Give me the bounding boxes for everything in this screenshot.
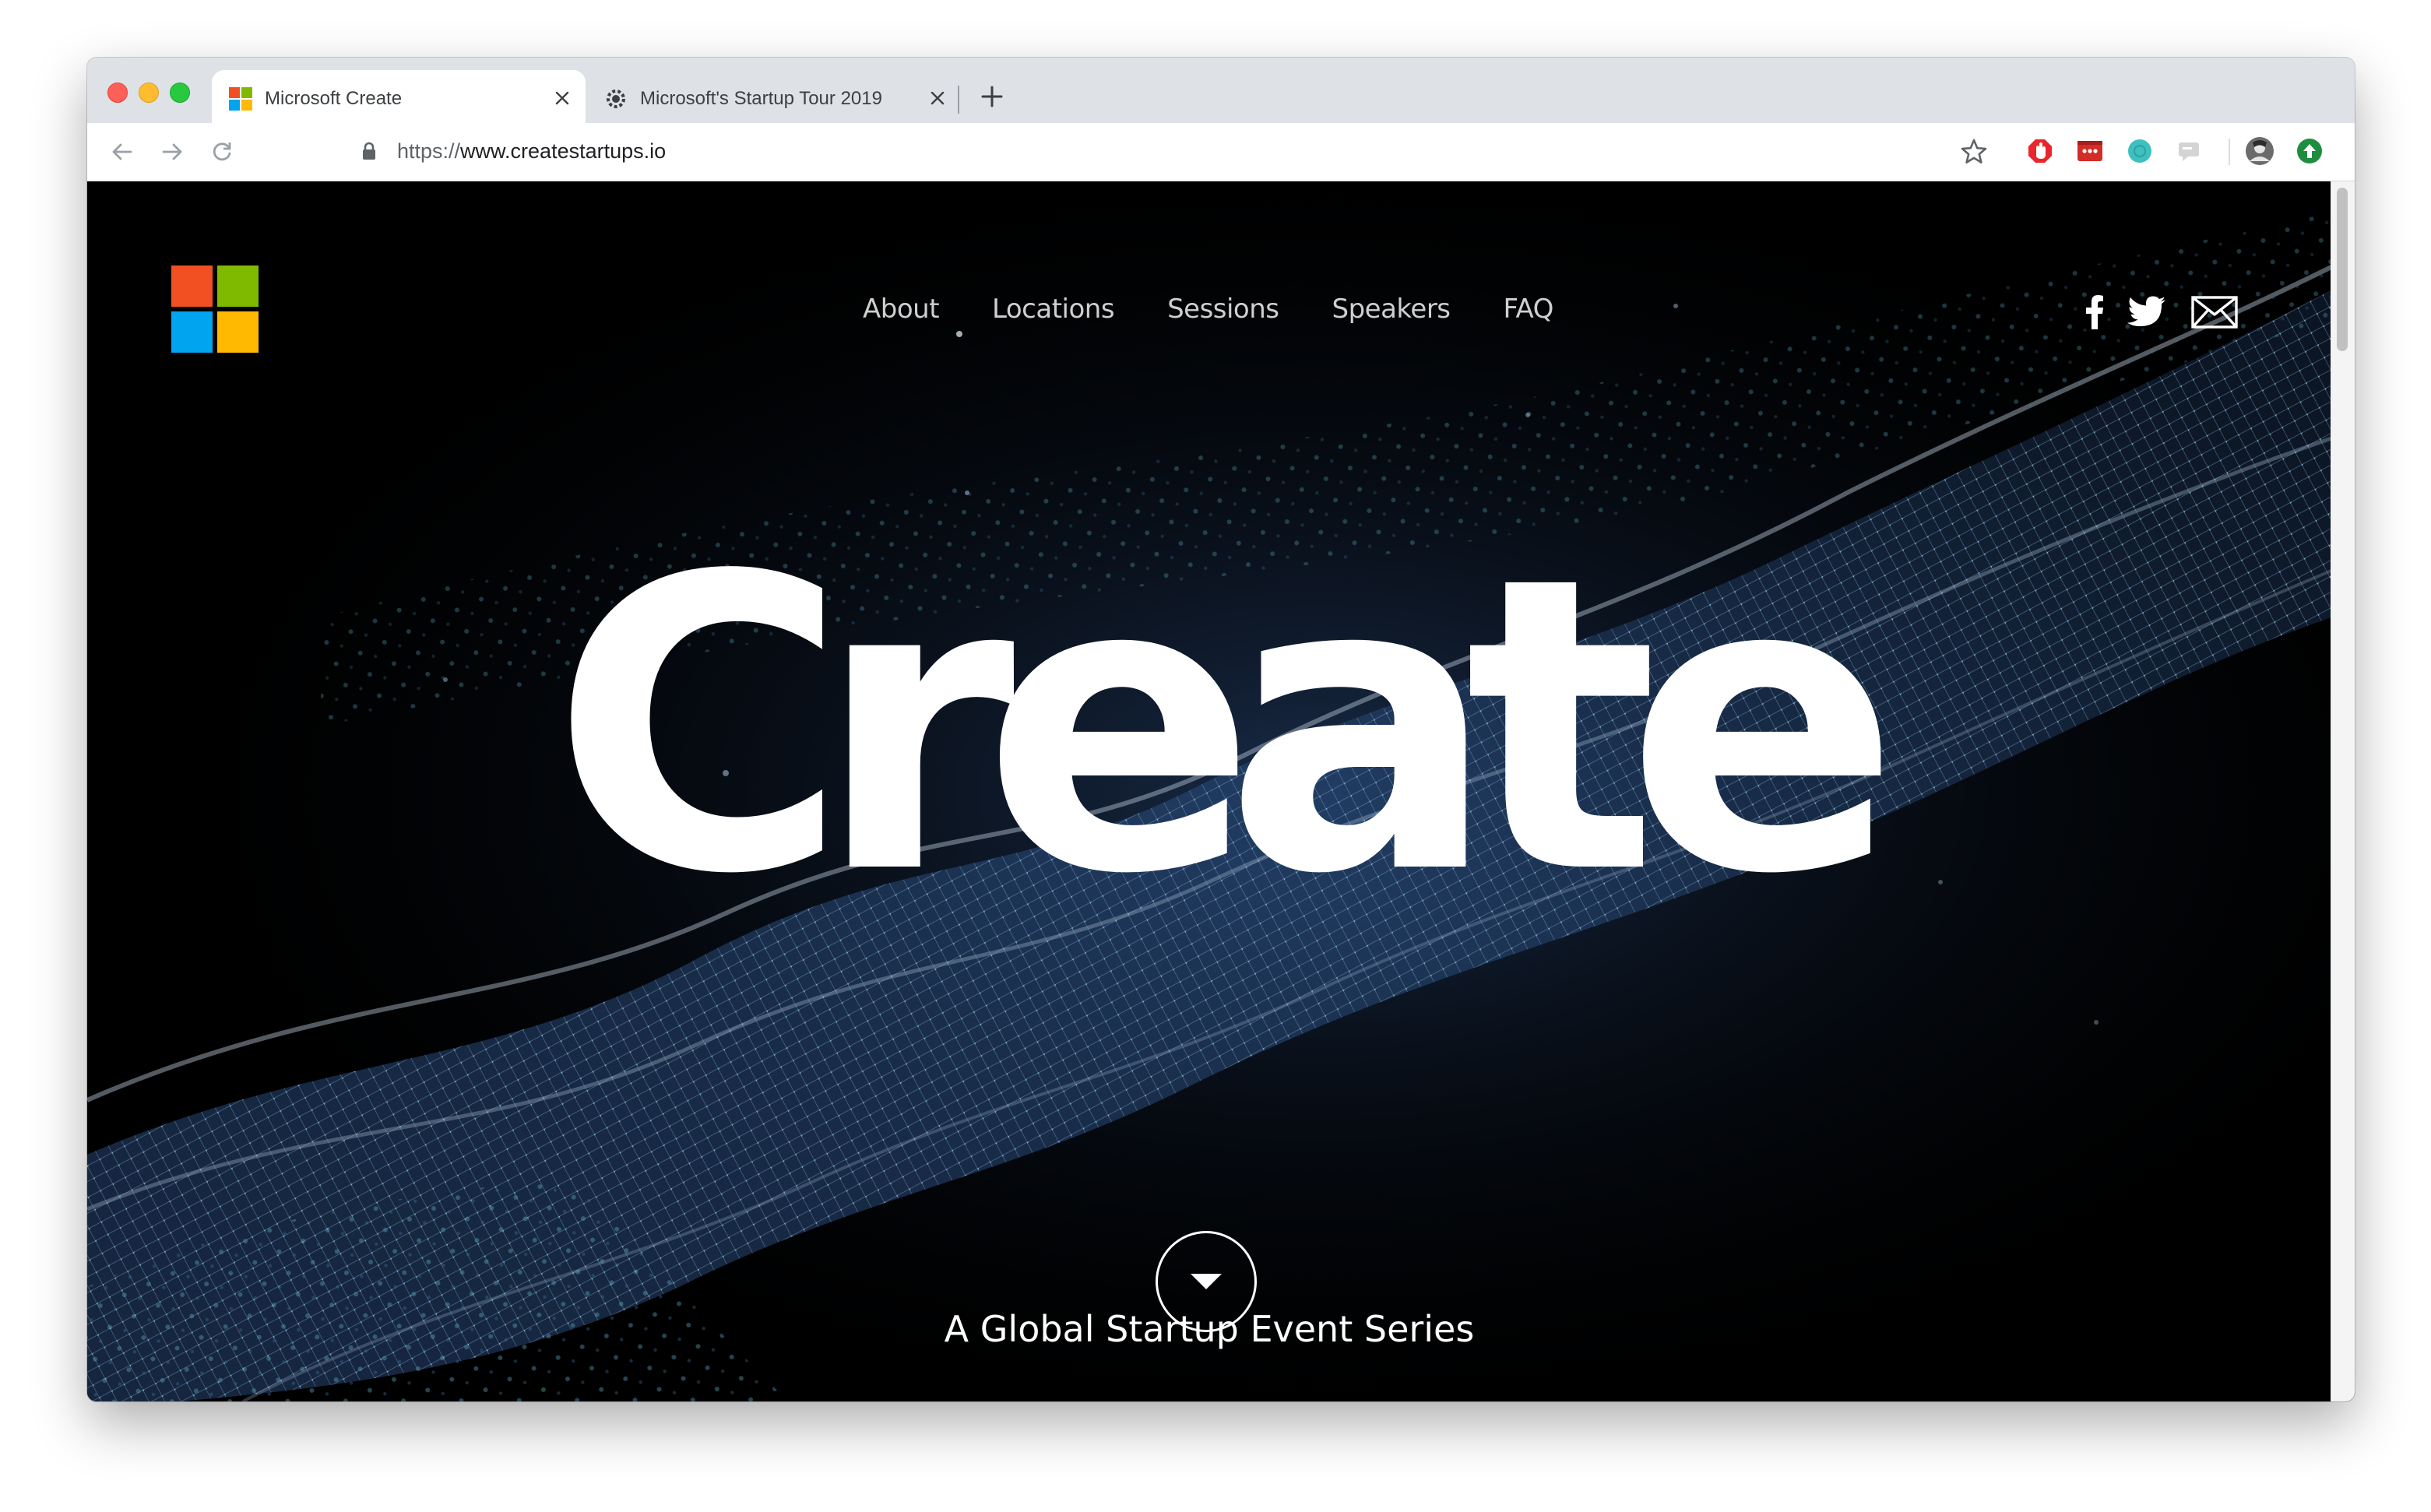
toolbar-divider — [2229, 139, 2230, 165]
lastpass-icon[interactable] — [2074, 135, 2106, 167]
browser-window: Microsoft Create Microsoft's Startup Tou… — [87, 58, 2355, 1401]
tab-microsoft-create[interactable]: Microsoft Create — [212, 70, 586, 123]
url-host: www.createstartups.io — [460, 139, 667, 163]
logo-square-green — [217, 265, 259, 307]
tab-startup-tour[interactable]: Microsoft's Startup Tour 2019 — [587, 70, 961, 123]
microsoft-logo[interactable] — [171, 265, 259, 353]
tab-divider — [958, 86, 959, 114]
hero-title: Create — [551, 491, 1901, 962]
gear-favicon-icon — [604, 87, 628, 111]
logo-square-red — [171, 265, 213, 307]
lock-icon[interactable] — [361, 142, 377, 160]
speech-bubble-icon[interactable] — [2174, 135, 2205, 167]
new-tab-button[interactable] — [975, 79, 1009, 114]
tab-title: Microsoft's Startup Tour 2019 — [640, 88, 882, 109]
address-bar[interactable]: https://www.createstartups.io — [260, 129, 2113, 173]
facebook-icon[interactable] — [2079, 289, 2110, 336]
nav-sessions[interactable]: Sessions — [1167, 294, 1279, 325]
close-tab-icon[interactable] — [550, 86, 575, 111]
minimize-window-button[interactable] — [139, 83, 159, 103]
nav-locations[interactable]: Locations — [992, 294, 1115, 325]
nav-faq[interactable]: FAQ — [1504, 294, 1554, 325]
browser-toolbar: https://www.createstartups.io — [87, 123, 2355, 181]
zoom-window-button[interactable] — [170, 83, 190, 103]
chevron-down-icon — [1191, 1274, 1222, 1289]
back-arrow-icon[interactable] — [103, 132, 142, 171]
tab-strip: Microsoft Create Microsoft's Startup Tou… — [87, 58, 2355, 123]
update-arrow-icon[interactable] — [2294, 135, 2325, 167]
page-viewport: About Locations Sessions Speakers FAQ Cr… — [87, 181, 2355, 1401]
scrollbar-thumb[interactable] — [2337, 188, 2348, 351]
profile-avatar[interactable] — [2244, 135, 2275, 167]
microsoft-favicon-icon — [229, 87, 252, 111]
page-scrollbar[interactable] — [2331, 181, 2355, 1401]
url-scheme: https:// — [397, 139, 461, 163]
logo-square-yellow — [217, 311, 259, 353]
forward-arrow-icon[interactable] — [153, 132, 192, 171]
site-navigation: About Locations Sessions Speakers FAQ — [863, 294, 1606, 325]
adblock-icon[interactable] — [2025, 135, 2056, 167]
star-icon[interactable] — [1956, 134, 1992, 170]
close-tab-icon[interactable] — [925, 86, 950, 111]
nav-about[interactable]: About — [863, 294, 940, 325]
hero-tagline: A Global Startup Event Series — [944, 1308, 1475, 1350]
nav-speakers[interactable]: Speakers — [1332, 294, 1451, 325]
teal-circle-icon[interactable] — [2124, 135, 2155, 167]
twitter-icon[interactable] — [2120, 289, 2174, 336]
reload-icon[interactable] — [202, 132, 241, 171]
close-window-button[interactable] — [107, 83, 128, 103]
tab-title: Microsoft Create — [265, 88, 403, 109]
url-text[interactable]: https://www.createstartups.io — [397, 139, 666, 164]
logo-square-blue — [171, 311, 213, 353]
mail-icon[interactable] — [2190, 289, 2239, 336]
